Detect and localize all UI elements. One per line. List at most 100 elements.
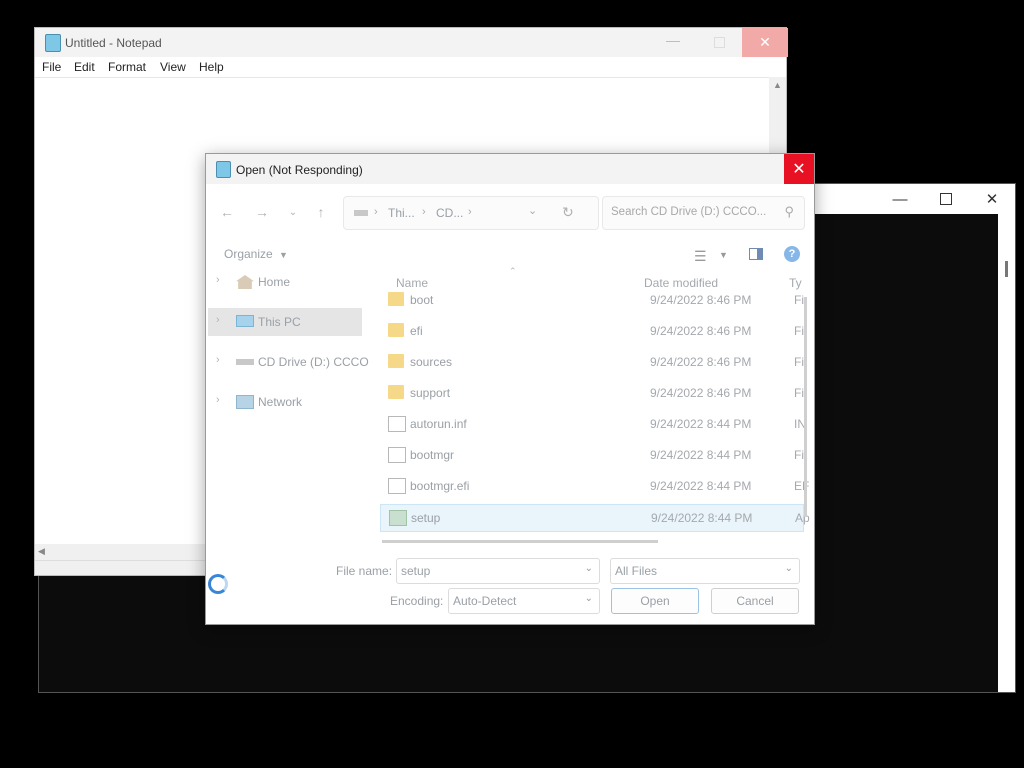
back-arrow-icon[interactable]: ←: [216, 200, 238, 224]
nav-label-network: Network: [258, 395, 303, 409]
address-bar[interactable]: › Thi... › CD... › ⌄ ↻: [343, 196, 599, 230]
nav-item-home[interactable]: › Home: [208, 268, 362, 296]
console-scrollbar[interactable]: [998, 214, 1015, 692]
file-row[interactable]: support 9/24/2022 8:46 PM Fi: [380, 380, 804, 406]
file-type: Fi: [794, 448, 804, 462]
file-name: setup: [411, 511, 441, 525]
chevron-right-icon: ›: [468, 206, 472, 218]
folder-icon: [388, 323, 404, 337]
chevron-down-icon: ▼: [279, 250, 288, 260]
file-type: Fi: [794, 355, 804, 369]
network-icon: [236, 395, 254, 409]
file-date-modified: 9/24/2022 8:46 PM: [650, 324, 752, 338]
close-icon[interactable]: ✕: [969, 184, 1015, 214]
nav-item-cd-drive[interactable]: › CD Drive (D:) CCCO: [208, 348, 369, 376]
chevron-right-icon[interactable]: ›: [216, 354, 220, 366]
file-name: support: [410, 386, 451, 400]
encoding-label: Encoding:: [390, 594, 444, 608]
scroll-up-icon[interactable]: ▲: [773, 80, 782, 90]
encoding-value: Auto-Detect: [453, 594, 517, 608]
file-list-horizontal-scrollbar[interactable]: [382, 540, 658, 543]
sort-indicator-icon: ⌃: [509, 266, 517, 276]
menu-help[interactable]: Help: [199, 60, 224, 74]
open-button[interactable]: Open: [611, 588, 699, 614]
file-name: boot: [410, 293, 434, 307]
refresh-icon[interactable]: ↻: [562, 204, 574, 221]
file-list-vertical-scrollbar[interactable]: [804, 297, 807, 517]
view-options-icon[interactable]: ☰: [694, 248, 707, 265]
close-icon[interactable]: ✕: [742, 28, 788, 57]
file-row[interactable]: autorun.inf 9/24/2022 8:44 PM IN: [380, 411, 806, 437]
file-row[interactable]: bootmgr 9/24/2022 8:44 PM Fi: [380, 442, 804, 468]
forward-arrow-icon[interactable]: →: [251, 200, 273, 224]
chevron-down-icon[interactable]: ⌄: [585, 563, 593, 574]
console-scroll-thumb[interactable]: [1005, 261, 1008, 277]
close-icon[interactable]: ✕: [784, 154, 814, 184]
preview-pane-icon[interactable]: [749, 248, 763, 260]
notepad-app-icon: [45, 34, 61, 52]
pc-icon: [236, 315, 254, 327]
file-row[interactable]: boot 9/24/2022 8:46 PM Fi: [380, 287, 804, 313]
maximize-icon[interactable]: [923, 184, 969, 214]
file-date-modified: 9/24/2022 8:44 PM: [650, 417, 752, 431]
organize-button[interactable]: Organize ▼: [224, 247, 288, 261]
search-input[interactable]: Search CD Drive (D:) CCCO... ⚲: [602, 196, 805, 230]
nav-item-this-pc[interactable]: › This PC: [208, 308, 362, 336]
file-name: bootmgr.efi: [410, 479, 470, 493]
file-type: EF: [794, 479, 810, 493]
view-chevron-icon[interactable]: ▼: [719, 250, 728, 260]
notepad-title: Untitled - Notepad: [65, 36, 162, 50]
minimize-icon[interactable]: —: [655, 32, 691, 52]
drive-icon: [354, 210, 368, 216]
file-name: autorun.inf: [410, 417, 467, 431]
dialog-title: Open (Not Responding): [236, 163, 363, 177]
file-type-select[interactable]: All Files ⌄: [610, 558, 800, 584]
file-type: Fi: [794, 386, 804, 400]
chevron-right-icon[interactable]: ›: [216, 394, 220, 406]
minimize-icon[interactable]: —: [877, 184, 923, 214]
address-dropdown-icon[interactable]: ⌄: [528, 204, 537, 217]
open-dialog: Open (Not Responding) ✕ ← → ⌄ ↑ › Thi...…: [205, 153, 815, 625]
file-date-modified: 9/24/2022 8:44 PM: [651, 511, 753, 525]
file-icon: [388, 447, 406, 463]
encoding-select[interactable]: Auto-Detect ⌄: [448, 588, 600, 614]
navigation-pane: › Home › This PC › CD Drive (D:) CCCO › …: [206, 266, 369, 551]
help-icon[interactable]: ?: [784, 246, 800, 262]
search-placeholder: Search CD Drive (D:) CCCO...: [611, 206, 767, 218]
file-name: bootmgr: [410, 448, 455, 462]
file-row[interactable]: setup 9/24/2022 8:44 PM Ap: [380, 504, 810, 532]
file-name-value: setup: [401, 564, 431, 578]
file-type: Fi: [794, 324, 804, 338]
folder-icon: [388, 292, 404, 306]
scroll-left-icon[interactable]: ◀: [38, 546, 45, 557]
menu-file[interactable]: File: [42, 60, 61, 74]
search-icon[interactable]: ⚲: [784, 204, 794, 220]
breadcrumb-this-pc[interactable]: Thi...: [388, 206, 415, 220]
file-date-modified: 9/24/2022 8:46 PM: [650, 355, 752, 369]
nav-label-home: Home: [258, 275, 291, 289]
nav-label-cd-drive: CD Drive (D:) CCCO: [258, 355, 369, 369]
chevron-down-icon[interactable]: ⌄: [585, 593, 593, 604]
chevron-right-icon: ›: [422, 206, 426, 218]
up-arrow-icon[interactable]: ↑: [310, 200, 332, 224]
file-name-input[interactable]: setup ⌄: [396, 558, 600, 584]
recent-chevron-icon[interactable]: ⌄: [282, 200, 304, 224]
chevron-right-icon[interactable]: ›: [216, 274, 220, 286]
notepad-menubar: File Edit Format View Help: [35, 57, 786, 77]
cancel-button[interactable]: Cancel: [711, 588, 799, 614]
breadcrumb-cd-drive[interactable]: CD...: [436, 206, 463, 220]
maximize-icon[interactable]: [701, 32, 737, 52]
dialog-app-icon: [216, 161, 231, 178]
menu-view[interactable]: View: [160, 60, 186, 74]
file-row[interactable]: bootmgr.efi 9/24/2022 8:44 PM EF: [380, 473, 809, 499]
menu-format[interactable]: Format: [108, 60, 146, 74]
nav-item-network[interactable]: › Network: [208, 388, 362, 416]
file-row[interactable]: sources 9/24/2022 8:46 PM Fi: [380, 349, 804, 375]
chevron-down-icon[interactable]: ⌄: [785, 563, 793, 574]
notepad-titlebar: Untitled - Notepad — ✕: [35, 28, 788, 57]
menu-edit[interactable]: Edit: [74, 60, 95, 74]
folder-icon: [388, 385, 404, 399]
chevron-right-icon: ›: [374, 206, 378, 218]
file-row[interactable]: efi 9/24/2022 8:46 PM Fi: [380, 318, 804, 344]
chevron-right-icon[interactable]: ›: [216, 314, 220, 326]
